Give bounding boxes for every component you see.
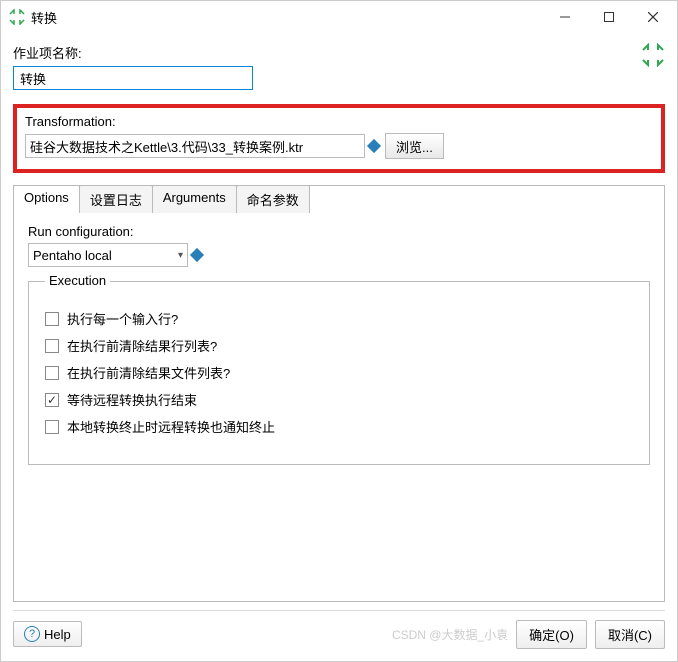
help-icon: ? <box>24 626 40 642</box>
close-button[interactable] <box>631 2 675 32</box>
job-name-input[interactable] <box>13 66 253 90</box>
app-icon <box>9 9 25 25</box>
collapse-icon[interactable] <box>641 43 665 67</box>
exec-check-row: 在执行前清除结果文件列表? <box>45 363 633 382</box>
exec-check-row: 执行每一个输入行? <box>45 309 633 328</box>
variable-indicator-icon <box>367 139 381 153</box>
exec-check-row: 等待远程转换执行结束 <box>45 390 633 409</box>
exec-check-label: 在执行前清除结果文件列表? <box>67 363 230 382</box>
window-controls <box>543 2 675 32</box>
help-label: Help <box>44 627 71 642</box>
cancel-button[interactable]: 取消(C) <box>595 620 665 649</box>
variable-indicator-icon <box>190 248 204 262</box>
exec-check-2[interactable] <box>45 366 59 380</box>
run-config-select[interactable]: Pentaho local ▾ <box>28 243 188 267</box>
exec-check-label: 本地转换终止时远程转换也通知终止 <box>67 417 275 436</box>
execution-legend: Execution <box>45 273 110 288</box>
transformation-label: Transformation: <box>25 114 653 129</box>
dialog-content: 作业项名称: Transformation: 浏览... <box>1 33 677 610</box>
exec-check-row: 在执行前清除结果行列表? <box>45 336 633 355</box>
job-name-label: 作业项名称: <box>13 43 665 62</box>
watermark: CSDN @大数据_小袁 <box>392 626 508 643</box>
exec-check-label: 等待远程转换执行结束 <box>67 390 197 409</box>
exec-check-0[interactable] <box>45 312 59 326</box>
exec-check-label: 在执行前清除结果行列表? <box>67 336 217 355</box>
exec-check-3[interactable] <box>45 393 59 407</box>
exec-check-row: 本地转换终止时远程转换也通知终止 <box>45 417 633 436</box>
exec-check-1[interactable] <box>45 339 59 353</box>
tab-named-params[interactable]: 命名参数 <box>236 185 310 213</box>
run-config-label: Run configuration: <box>28 224 650 239</box>
titlebar: 转换 <box>1 1 677 33</box>
job-name-section: 作业项名称: <box>13 43 665 90</box>
tab-options-content: Run configuration: Pentaho local ▾ Execu… <box>14 214 664 601</box>
execution-fieldset: Execution 执行每一个输入行? 在执行前清除结果行列表? 在执行前 <box>28 281 650 465</box>
help-button[interactable]: ? Help <box>13 621 82 647</box>
transformation-highlight-box: Transformation: 浏览... <box>13 104 665 173</box>
tab-logging[interactable]: 设置日志 <box>79 185 153 213</box>
browse-button[interactable]: 浏览... <box>385 133 444 159</box>
ok-button[interactable]: 确定(O) <box>516 620 587 649</box>
exec-check-4[interactable] <box>45 420 59 434</box>
dialog-footer: ? Help CSDN @大数据_小袁 确定(O) 取消(C) <box>1 611 677 661</box>
run-config-value: Pentaho local <box>33 248 112 263</box>
tabs-container: Options 设置日志 Arguments 命名参数 Run configur… <box>13 185 665 602</box>
tabs-bar: Options 设置日志 Arguments 命名参数 <box>13 185 663 213</box>
window-title: 转换 <box>31 8 543 27</box>
tab-arguments[interactable]: Arguments <box>152 185 237 213</box>
tab-options[interactable]: Options <box>13 185 80 213</box>
minimize-button[interactable] <box>543 2 587 32</box>
exec-check-label: 执行每一个输入行? <box>67 309 178 328</box>
chevron-down-icon: ▾ <box>178 250 183 261</box>
maximize-button[interactable] <box>587 2 631 32</box>
transformation-path-input[interactable] <box>25 134 365 158</box>
dialog-window: 转换 作业项名称: <box>0 0 678 662</box>
